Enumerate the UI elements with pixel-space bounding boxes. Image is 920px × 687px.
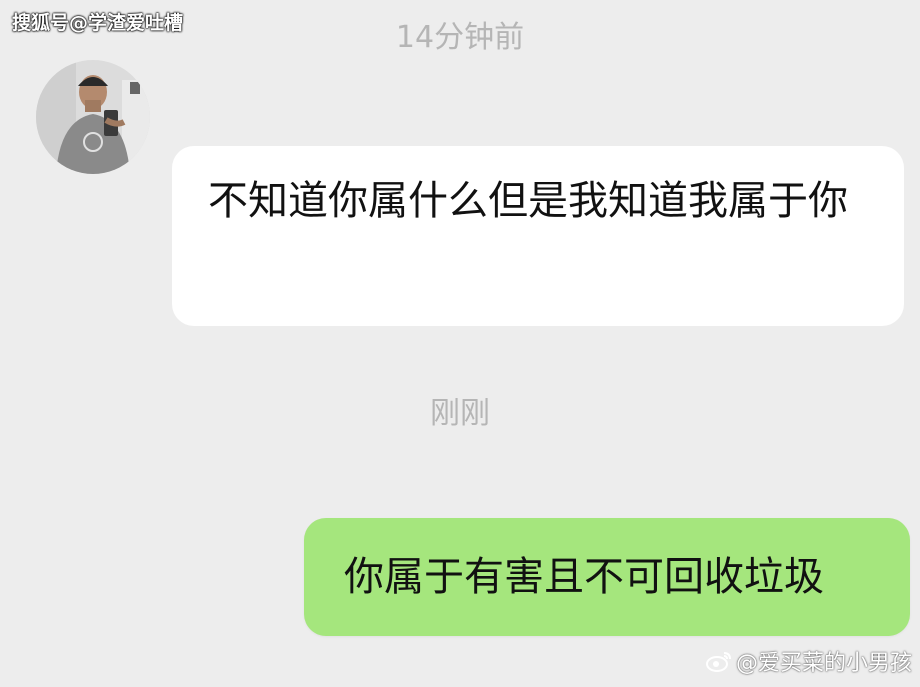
message-bubble-sent[interactable]: 你属于有害且不可回收垃圾 bbox=[304, 518, 910, 636]
timestamp-2: 刚刚 bbox=[430, 396, 490, 431]
message-bubble-received[interactable]: 不知道你属什么但是我知道我属于你 bbox=[172, 146, 904, 326]
watermark-bottom-text: @爱买菜的小男孩 bbox=[735, 651, 912, 676]
message-text: 不知道你属什么但是我知道我属于你 bbox=[208, 178, 848, 224]
avatar-photo bbox=[36, 60, 150, 174]
weibo-logo-icon bbox=[705, 652, 731, 672]
watermark-bottom: @爱买菜的小男孩 bbox=[705, 645, 912, 677]
timestamp-1: 14分钟前 bbox=[395, 20, 525, 55]
avatar[interactable] bbox=[36, 60, 150, 174]
message-text: 你属于有害且不可回收垃圾 bbox=[344, 554, 824, 600]
